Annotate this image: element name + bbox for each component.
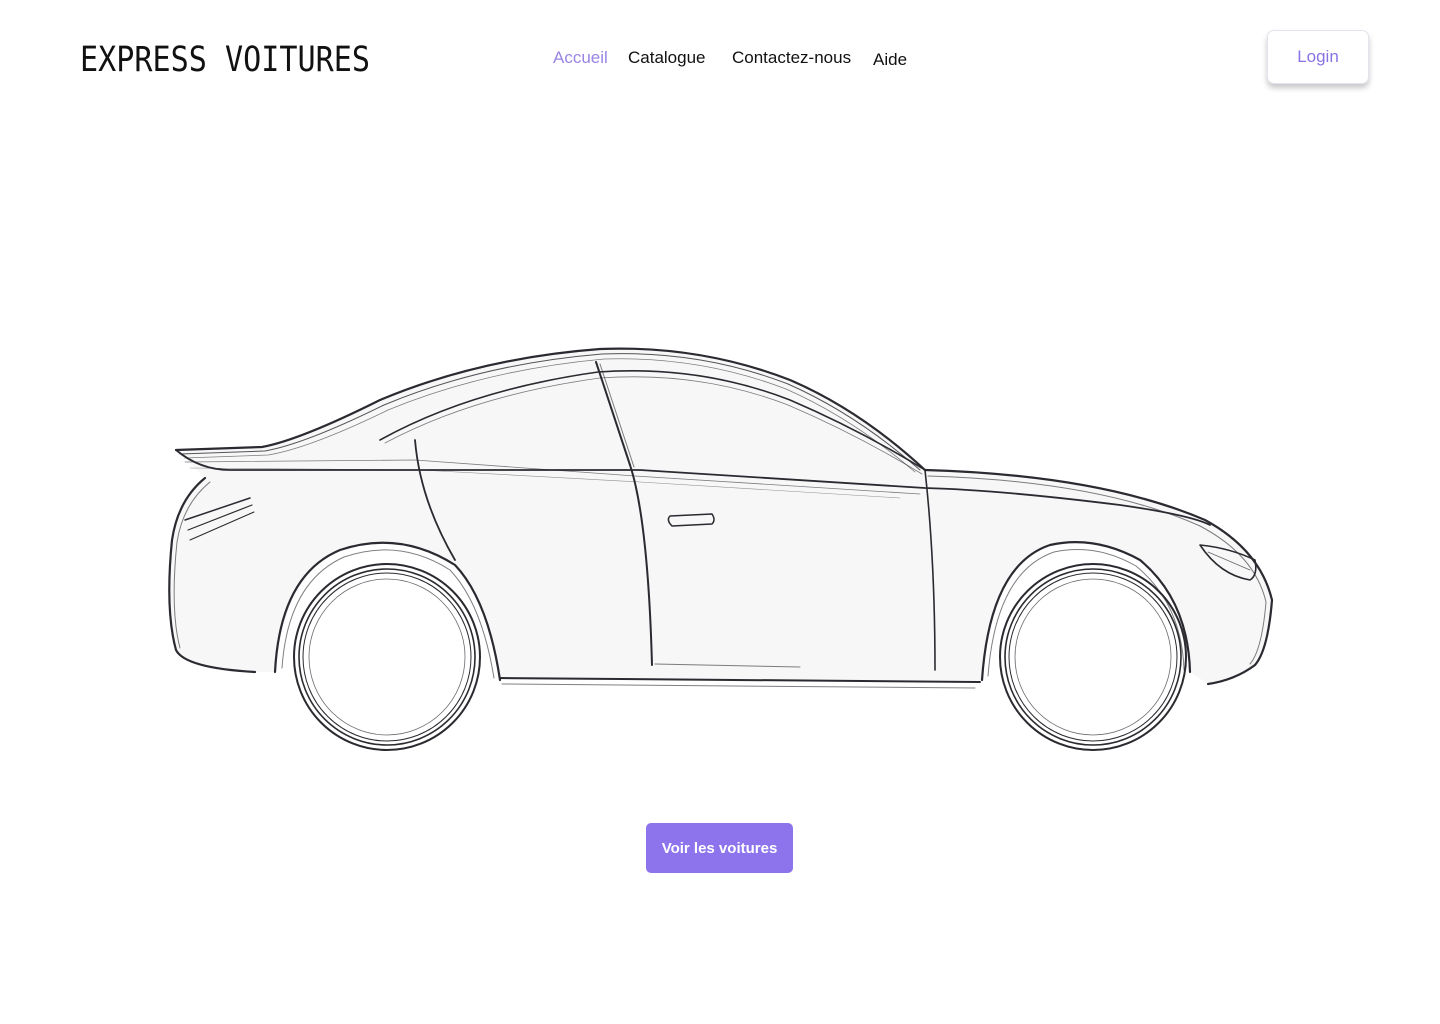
nav-link-contactez-nous[interactable]: Contactez-nous [732,48,851,68]
view-cars-button[interactable]: Voir les voitures [646,823,793,873]
nav-link-catalogue[interactable]: Catalogue [628,48,706,68]
nav-link-aide[interactable]: Aide [873,50,907,70]
login-button[interactable]: Login [1267,30,1369,84]
nav-link-accueil[interactable]: Accueil [553,48,608,68]
car-illustration [168,347,1274,751]
site-logo[interactable]: EXPRESS VOITURES [80,40,370,80]
